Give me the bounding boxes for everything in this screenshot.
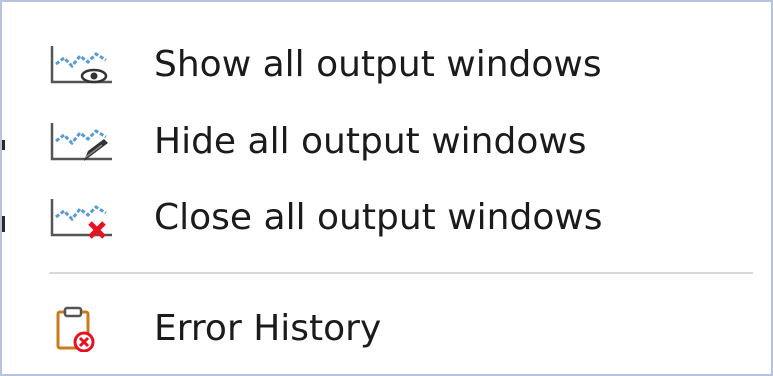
menu-item-label: Close all output windows	[154, 197, 603, 238]
menu-item-hide-all-output-windows[interactable]: Hide all output windows	[2, 107, 771, 177]
chart-pen-icon	[46, 119, 118, 165]
context-menu: Show all output windows Hide all output …	[0, 0, 773, 376]
clipboard-error-icon	[46, 306, 118, 353]
chart-close-icon	[46, 195, 118, 241]
menu-item-label: Hide all output windows	[154, 121, 587, 162]
chart-eye-icon	[46, 42, 118, 88]
menu-item-label: Show all output windows	[154, 44, 602, 85]
menu-separator	[49, 272, 753, 274]
menu-item-label: Error History	[154, 308, 382, 349]
menu-item-show-all-output-windows[interactable]: Show all output windows	[2, 30, 771, 100]
menu-item-close-all-output-windows[interactable]: Close all output windows	[2, 183, 771, 253]
menu-item-error-history[interactable]: Error History	[2, 294, 771, 364]
